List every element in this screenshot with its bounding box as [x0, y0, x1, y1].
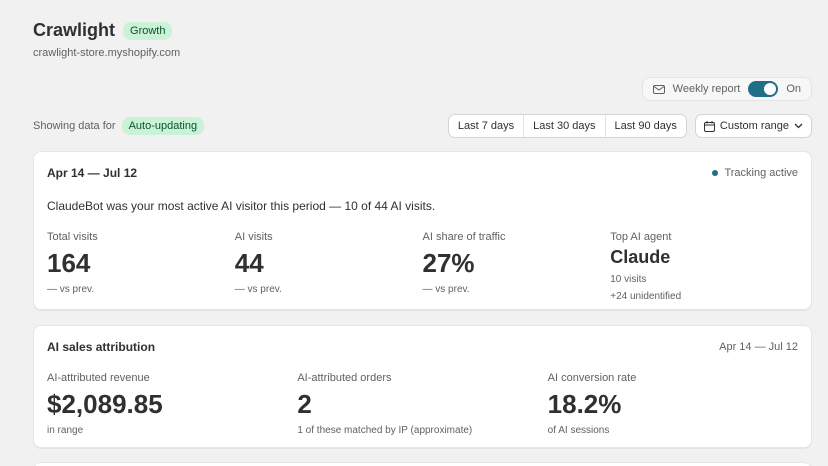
- tracking-status-label: Tracking active: [724, 167, 798, 179]
- metric-total-visits: Total visits 164 — vs prev.: [47, 231, 235, 302]
- metric-value: 164: [47, 248, 91, 278]
- metric-label: AI visits: [234, 231, 273, 243]
- metric-value: 44: [234, 248, 264, 278]
- metric-ai-conversion: AI conversion rate 18.2% of AI sessions: [548, 372, 798, 436]
- store-domain: crawlight-store.myshopify.com: [33, 47, 181, 59]
- attribution-title: AI sales attribution: [47, 340, 156, 354]
- metric-sub: in range: [47, 424, 84, 436]
- overview-metrics: Total visits 164 — vs prev. AI visits 44…: [47, 231, 798, 302]
- metric-label: AI share of traffic: [422, 231, 506, 243]
- weekly-report-label: Weekly report: [672, 83, 741, 95]
- custom-range-label: Custom range: [719, 120, 789, 132]
- metric-value: 27%: [422, 248, 475, 278]
- ai-sales-attribution-card: AI sales attribution Apr 14 — Jul 12 AI-…: [33, 325, 812, 448]
- metric-label: AI conversion rate: [547, 372, 637, 384]
- metric-label: AI-attributed revenue: [47, 372, 150, 384]
- weekly-report-toggle-group[interactable]: Weekly report On: [641, 77, 812, 101]
- metric-comparison: — vs prev.: [234, 283, 282, 295]
- chevron-down-icon: [794, 123, 803, 129]
- calendar-icon: [703, 120, 715, 132]
- metric-comparison: — vs prev.: [47, 283, 95, 295]
- mail-icon: [652, 84, 665, 94]
- range-7-days-button[interactable]: Last 7 days: [448, 115, 525, 137]
- metric-ai-orders: AI-attributed orders 2 1 of these matche…: [297, 372, 547, 436]
- attribution-metrics: AI-attributed revenue $2,089.85 in range…: [47, 372, 798, 436]
- metric-sub: 1 of these matched by IP (approximate): [297, 424, 473, 436]
- overview-card: Apr 14 — Jul 12 Tracking active ClaudeBo…: [33, 151, 812, 310]
- range-90-days-button[interactable]: Last 90 days: [605, 115, 686, 137]
- auto-updating-badge: Auto-updating: [121, 117, 205, 135]
- showing-label: Showing data for: [33, 120, 116, 132]
- weekly-report-state: On: [786, 83, 801, 95]
- metric-value: 18.2%: [547, 389, 622, 419]
- weekly-report-toggle[interactable]: [748, 81, 779, 97]
- filter-row: Showing data for Auto-updating Last 7 da…: [33, 114, 812, 138]
- metric-comparison: — vs prev.: [422, 283, 470, 295]
- toggle-knob: [764, 83, 777, 95]
- page-header: Crawlight Growth crawlight-store.myshopi…: [33, 20, 180, 59]
- overview-headline: ClaudeBot was your most active AI visito…: [47, 199, 436, 213]
- overview-date-range: Apr 14 — Jul 12: [47, 166, 138, 180]
- metric-label: Top AI agent: [610, 231, 672, 243]
- metric-label: Total visits: [47, 231, 98, 243]
- attribution-date-range: Apr 14 — Jul 12: [719, 341, 798, 353]
- metric-value: $2,089.85: [47, 389, 163, 419]
- custom-range-button[interactable]: Custom range: [694, 114, 812, 138]
- metric-ai-share: AI share of traffic 27% — vs prev.: [423, 231, 611, 302]
- metric-unidentified: +24 unidentified: [610, 290, 682, 302]
- range-segmented-control: Last 7 days Last 30 days Last 90 days: [447, 114, 687, 138]
- metric-top-ai-agent: Top AI agent Claude 10 visits +24 uniden…: [610, 231, 798, 302]
- status-dot-icon: [712, 170, 719, 176]
- store-title: Crawlight: [33, 20, 116, 40]
- metric-value: 2: [297, 389, 312, 419]
- metric-label: AI-attributed orders: [297, 372, 392, 384]
- metric-ai-revenue: AI-attributed revenue $2,089.85 in range: [47, 372, 297, 436]
- metric-value: Claude: [610, 247, 671, 267]
- metric-ai-visits: AI visits 44 — vs prev.: [235, 231, 423, 302]
- range-30-days-button[interactable]: Last 30 days: [524, 115, 606, 137]
- metric-visits: 10 visits: [610, 273, 647, 285]
- metric-sub: of AI sessions: [547, 424, 610, 436]
- next-card-partial: [33, 462, 812, 466]
- tracking-status: Tracking active: [712, 167, 798, 179]
- plan-badge: Growth: [123, 21, 173, 40]
